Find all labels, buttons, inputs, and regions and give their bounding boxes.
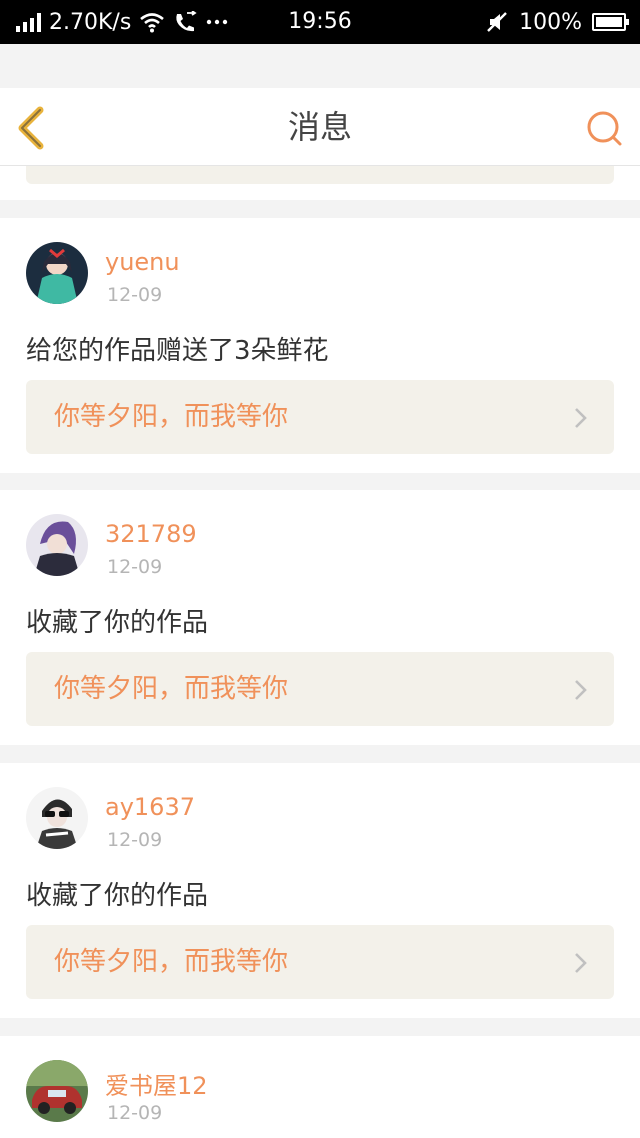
mute-icon — [487, 12, 507, 32]
chevron-right-icon — [575, 953, 587, 973]
battery-percent: 100% — [519, 9, 582, 35]
message-card: 爱书屋12 12-09 — [0, 1036, 640, 1138]
work-link[interactable]: 你等夕阳，而我等你 — [26, 652, 614, 726]
avatar[interactable] — [26, 787, 88, 849]
work-link[interactable]: 你等夕阳，而我等你 — [26, 380, 614, 454]
wifi-icon — [140, 13, 165, 33]
username[interactable]: yuenu — [105, 248, 180, 276]
work-title: 你等夕阳，而我等你 — [54, 674, 289, 704]
message-date: 12-09 — [107, 1102, 163, 1124]
call-icon — [176, 11, 197, 32]
previous-card-fragment — [0, 166, 640, 200]
username[interactable]: ay1637 — [105, 793, 195, 821]
avatar[interactable] — [26, 514, 88, 576]
message-date: 12-09 — [107, 829, 163, 851]
search-icon[interactable] — [586, 110, 624, 148]
message-card: ay1637 12-09 收藏了你的作品 你等夕阳，而我等你 — [0, 763, 640, 1018]
work-title: 你等夕阳，而我等你 — [54, 947, 289, 977]
message-date: 12-09 — [107, 556, 163, 578]
message-text: 收藏了你的作品 — [26, 881, 209, 911]
work-link[interactable]: 你等夕阳，而我等你 — [26, 925, 614, 999]
message-text: 收藏了你的作品 — [26, 608, 209, 638]
message-text: 给您的作品赠送了3朵鲜花 — [26, 336, 329, 366]
message-card: 321789 12-09 收藏了你的作品 你等夕阳，而我等你 — [0, 490, 640, 745]
page-title: 消息 — [287, 108, 352, 146]
avatar[interactable] — [26, 242, 88, 304]
more-icon — [207, 19, 228, 25]
message-card: yuenu 12-09 给您的作品赠送了3朵鲜花 你等夕阳，而我等你 — [0, 218, 640, 473]
status-bar: 2.70K/s 19:56 100% — [0, 0, 640, 44]
battery-icon — [592, 13, 629, 31]
work-box-fragment[interactable] — [26, 166, 614, 184]
username[interactable]: 321789 — [105, 520, 197, 548]
signal-icon — [16, 12, 41, 32]
username[interactable]: 爱书屋12 — [105, 1066, 208, 1101]
work-title: 你等夕阳，而我等你 — [54, 402, 289, 432]
chevron-right-icon — [575, 680, 587, 700]
network-speed: 2.70K/s — [49, 9, 132, 35]
back-arrow-icon[interactable] — [14, 106, 54, 150]
avatar[interactable] — [26, 1060, 88, 1122]
message-date: 12-09 — [107, 284, 163, 306]
chevron-right-icon — [575, 408, 587, 428]
nav-bar: 消息 — [0, 88, 640, 166]
